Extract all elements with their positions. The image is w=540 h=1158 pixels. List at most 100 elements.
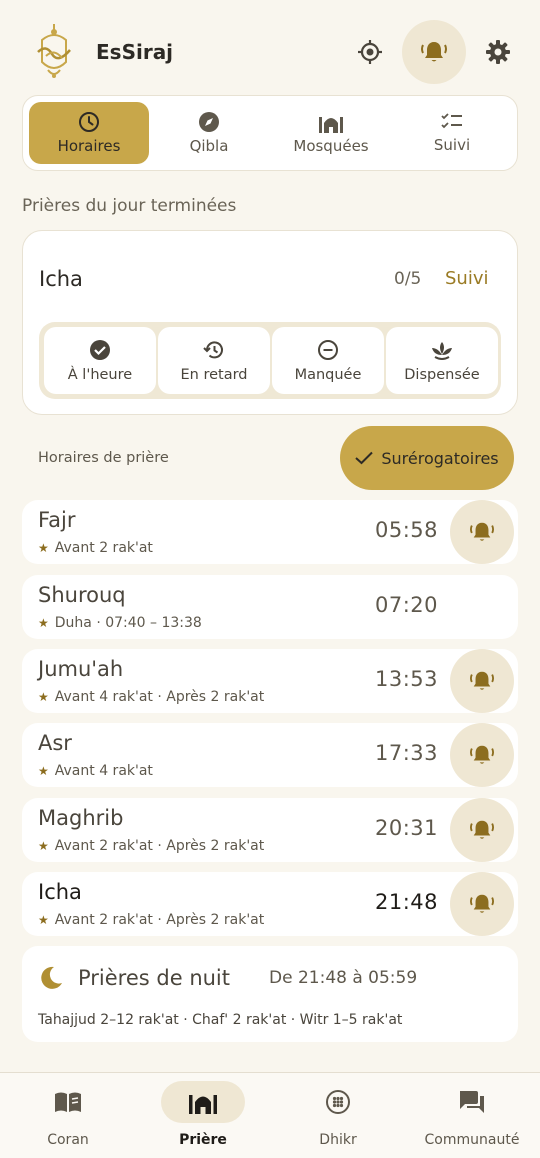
prayer-sub-text: Avant 4 rak'at · Après 2 rak'at — [54, 689, 265, 705]
history-icon — [203, 340, 223, 358]
bottom-navigation: Coran Prière Dhikr Communauté — [0, 1072, 540, 1158]
tab-label: Suivi — [433, 136, 471, 154]
location-button[interactable] — [350, 32, 390, 72]
nav-label: Coran — [47, 1132, 89, 1148]
app-name: EsSiraj — [96, 40, 174, 64]
status-options: À l'heure En retard Manquée Dispensée — [39, 322, 501, 399]
prayer-time: 21:48 — [374, 890, 438, 914]
prayer-time: 07:20 — [374, 593, 438, 617]
check-circle-icon — [90, 339, 110, 360]
status-option-label: Dispensée — [404, 366, 480, 383]
prayer-name: Jumu'ah — [38, 657, 124, 681]
notifications-button[interactable] — [402, 20, 466, 84]
prayer-time: 17:33 — [374, 741, 438, 765]
prayer-time: 20:31 — [374, 816, 438, 840]
app-header: EsSiraj — [0, 18, 540, 86]
bell-ring-icon — [470, 671, 494, 690]
star-icon: ★ — [38, 764, 49, 778]
night-prayers-detail: Tahajjud 2–12 rak'at · Chaf' 2 rak'at · … — [38, 1012, 403, 1028]
prayer-row[interactable]: Maghrib ★ Avant 2 rak'at · Après 2 rak'at 2… — [22, 798, 518, 862]
star-icon: ★ — [38, 541, 49, 555]
prayer-sub-text: Avant 2 rak'at · Après 2 rak'at — [54, 838, 265, 854]
tab-mosquees[interactable]: Mosquées — [271, 102, 391, 164]
tab-horaires[interactable]: Horaires — [29, 102, 149, 164]
prayer-name: Shurouq — [38, 583, 126, 607]
night-prayers-range: De 21:48 à 05:59 — [269, 968, 418, 988]
tab-qibla[interactable]: Qibla — [149, 102, 269, 164]
star-icon: ★ — [38, 690, 49, 704]
status-late-button[interactable]: En retard — [158, 327, 270, 394]
prayer-rakat-info: ★ Duha · 07:40 – 13:38 — [38, 615, 202, 631]
prayer-rakat-info: ★ Avant 2 rak'at — [38, 540, 153, 556]
settings-button[interactable] — [478, 32, 518, 72]
checklist-icon — [441, 113, 462, 129]
book-icon — [55, 1092, 81, 1112]
mosque-icon — [319, 117, 343, 133]
prayer-rakat-info: ★ Avant 4 rak'at · Après 2 rak'at — [38, 689, 264, 705]
prayer-row[interactable]: Icha ★ Avant 2 rak'at · Après 2 rak'at 21:4… — [22, 872, 518, 936]
app-logo — [32, 22, 76, 80]
star-icon: ★ — [38, 913, 49, 927]
status-option-label: Manquée — [294, 366, 362, 383]
status-option-label: En retard — [180, 366, 248, 383]
tab-label: Horaires — [57, 137, 121, 155]
mosque-icon — [189, 1095, 217, 1114]
crosshair-icon — [358, 40, 382, 64]
prayer-rakat-info: ★ Avant 2 rak'at · Après 2 rak'at — [38, 912, 264, 928]
prayer-times-label: Horaires de prière — [38, 450, 169, 466]
prayer-sub-text: Avant 2 rak'at — [54, 540, 153, 556]
prayer-alarm-button[interactable] — [450, 723, 514, 787]
lotus-icon — [432, 341, 452, 360]
prayer-sub-text: Avant 4 rak'at — [54, 763, 153, 779]
tab-label: Qibla — [189, 137, 229, 155]
status-on-time-button[interactable]: À l'heure — [44, 327, 156, 394]
status-missed-button[interactable]: Manquée — [272, 327, 384, 394]
prayer-sub-text: Duha · 07:40 – 13:38 — [54, 615, 202, 631]
prayer-row[interactable]: Fajr ★ Avant 2 rak'at 05:58 — [22, 500, 518, 564]
prayer-row[interactable]: Jumu'ah ★ Avant 4 rak'at · Après 2 rak'at 1… — [22, 649, 518, 713]
nav-label: Prière — [179, 1132, 227, 1148]
tab-label: Mosquées — [293, 137, 369, 155]
supererogatory-button[interactable]: Surérogatoires — [340, 426, 514, 490]
chat-icon — [460, 1091, 484, 1113]
prayer-name: Asr — [38, 731, 72, 755]
bell-ring-icon — [470, 522, 494, 541]
status-option-label: À l'heure — [67, 366, 133, 383]
current-prayer-name: Icha — [39, 267, 83, 291]
prayer-row[interactable]: Shurouq ★ Duha · 07:40 – 13:38 07:20 — [22, 575, 518, 639]
bell-ring-icon — [470, 820, 494, 839]
bell-ring-icon — [470, 894, 494, 913]
nav-dhikr[interactable]: Dhikr — [288, 1081, 388, 1151]
night-prayers-title: Prières de nuit — [78, 966, 231, 990]
nav-label: Dhikr — [319, 1132, 357, 1148]
prayer-rakat-info: ★ Avant 2 rak'at · Après 2 rak'at — [38, 838, 264, 854]
nav-coran[interactable]: Coran — [18, 1081, 118, 1151]
prayer-alarm-button[interactable] — [450, 649, 514, 713]
moon-icon — [41, 966, 62, 989]
nav-priere[interactable]: Prière — [153, 1081, 253, 1151]
beads-icon — [326, 1090, 350, 1114]
status-exempt-button[interactable]: Dispensée — [386, 327, 498, 394]
gear-icon — [486, 40, 510, 64]
suivi-link[interactable]: Suivi — [445, 268, 489, 289]
prayer-name: Icha — [38, 880, 82, 904]
nav-communaute[interactable]: Communauté — [422, 1081, 522, 1151]
prayer-alarm-button[interactable] — [450, 500, 514, 564]
prayer-rakat-info: ★ Avant 4 rak'at — [38, 763, 153, 779]
prayer-time: 05:58 — [374, 518, 438, 542]
compass-icon — [199, 112, 219, 132]
prayer-name: Maghrib — [38, 806, 124, 830]
nav-label: Communauté — [424, 1132, 520, 1148]
bell-ring-icon — [470, 745, 494, 764]
prayer-status-card: Icha 0/5 Suivi À l'heure En retard Manqu… — [22, 230, 518, 415]
prayer-alarm-button[interactable] — [450, 798, 514, 862]
prayer-time: 13:53 — [374, 667, 438, 691]
day-status-note: Prières du jour terminées — [22, 196, 237, 216]
minus-circle-icon — [318, 339, 338, 360]
prayer-row[interactable]: Asr ★ Avant 4 rak'at 17:33 — [22, 723, 518, 787]
star-icon: ★ — [38, 839, 49, 853]
supererogatory-label: Surérogatoires — [381, 448, 499, 468]
prayer-sub-text: Avant 2 rak'at · Après 2 rak'at — [54, 912, 265, 928]
prayer-alarm-button[interactable] — [450, 872, 514, 936]
tab-suivi[interactable]: Suivi — [392, 102, 512, 164]
